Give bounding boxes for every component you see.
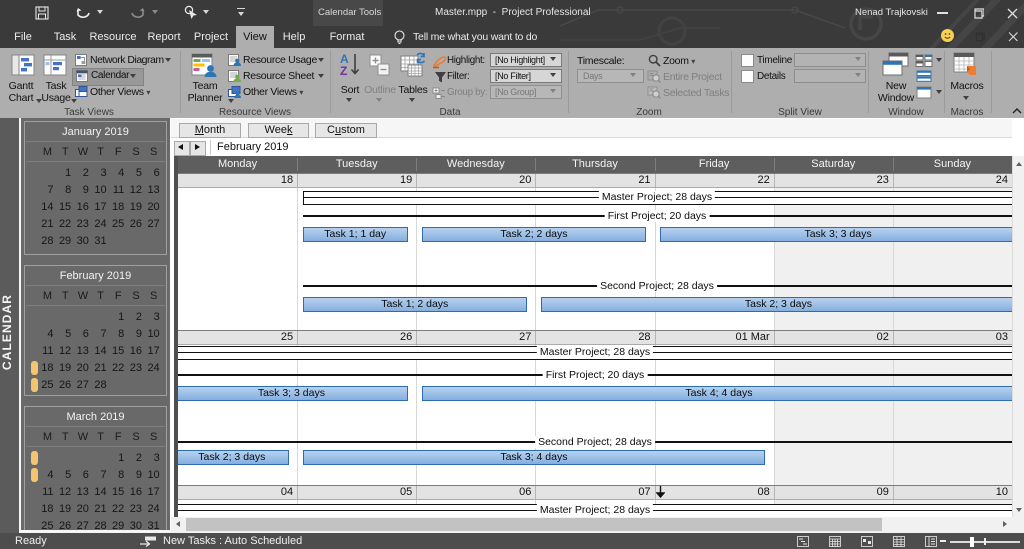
svg-text:Z: Z: [340, 64, 347, 78]
